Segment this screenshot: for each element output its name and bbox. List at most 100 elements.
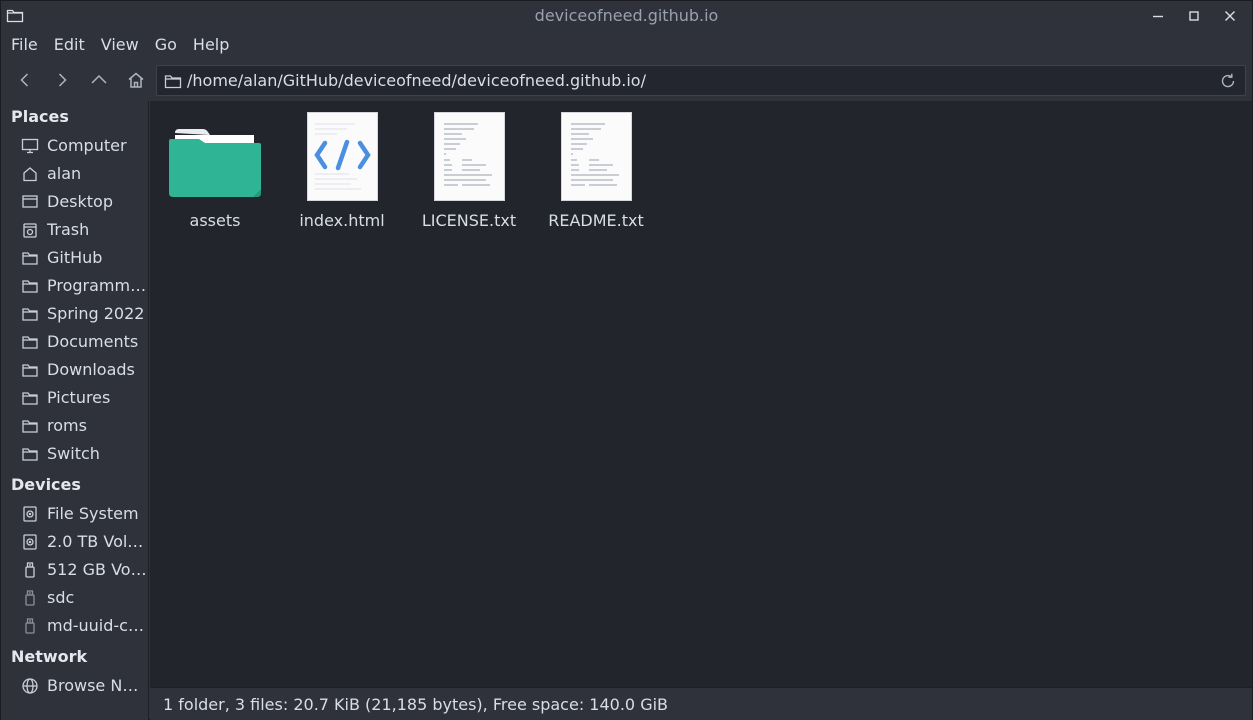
menu-go[interactable]: Go	[147, 31, 185, 59]
chevron-right-icon	[58, 73, 67, 87]
sidebar-item-github[interactable]: GitHub	[1, 244, 148, 272]
reload-icon[interactable]	[1219, 72, 1237, 90]
file-name: assets	[189, 211, 241, 230]
location-path[interactable]: /home/alan/GitHub/deviceofneed/deviceofn…	[187, 71, 646, 90]
menu-bar: File Edit View Go Help	[1, 31, 1252, 59]
usb-drive-icon	[21, 589, 39, 607]
sidebar-item-pictures[interactable]: Pictures	[1, 384, 148, 412]
sidebar-item-label: sdc	[47, 588, 75, 607]
desktop-icon	[21, 193, 39, 211]
computer-icon	[21, 137, 39, 155]
file-item-index-html[interactable]: index.html	[282, 107, 402, 230]
chevron-up-icon	[91, 74, 107, 84]
sidebar-item-label: File System	[47, 504, 139, 523]
sidebar-item-documents[interactable]: Documents	[1, 328, 148, 356]
sidebar-item-computer[interactable]: Computer	[1, 132, 148, 160]
sidebar-item-label: md-uuid-cf…	[47, 616, 147, 635]
text-file-icon	[536, 107, 656, 201]
close-button[interactable]	[1220, 6, 1240, 26]
file-name: LICENSE.txt	[421, 211, 517, 230]
sidebar-item-label: Switch	[47, 444, 100, 463]
file-item-license-txt[interactable]: LICENSE.txt	[409, 107, 529, 230]
close-icon	[1225, 11, 1235, 21]
drive-icon	[21, 505, 39, 523]
chevron-left-icon	[20, 73, 29, 87]
sidebar-item-2tb-volume[interactable]: 2.0 TB Vol…	[1, 528, 148, 556]
folder-icon	[21, 417, 39, 435]
sidebar-item-label: Spring 2022	[47, 304, 145, 323]
file-view[interactable]: assets index.html LICENSE.txt README.txt	[150, 101, 1252, 687]
sidebar-item-label: Desktop	[47, 192, 113, 211]
sidebar-item-sdc[interactable]: sdc	[1, 584, 148, 612]
folder-icon	[21, 277, 39, 295]
maximize-icon	[1189, 11, 1199, 21]
usb-drive-icon	[21, 617, 39, 635]
file-name: README.txt	[548, 211, 644, 230]
sidebar-item-browse-network[interactable]: Browse Ne…	[1, 672, 148, 700]
sidebar-item-downloads[interactable]: Downloads	[1, 356, 148, 384]
file-item-readme-txt[interactable]: README.txt	[536, 107, 656, 230]
parent-folder-button[interactable]	[87, 68, 111, 92]
window-title: deviceofneed.github.io	[534, 6, 719, 25]
usb-drive-icon	[21, 561, 39, 579]
sidebar-item-label: GitHub	[47, 248, 103, 267]
sidebar-item-roms[interactable]: roms	[1, 412, 148, 440]
home-icon	[21, 165, 39, 183]
file-name: index.html	[299, 211, 385, 230]
sidebar-item-label: roms	[47, 416, 87, 435]
location-bar[interactable]: /home/alan/GitHub/deviceofneed/deviceofn…	[156, 65, 1246, 96]
menu-help[interactable]: Help	[185, 31, 237, 59]
sidebar-item-label: Programm…	[47, 276, 147, 295]
sidebar-item-switch[interactable]: Switch	[1, 440, 148, 468]
folder-icon	[21, 305, 39, 323]
section-title-network: Network	[11, 647, 88, 666]
back-button[interactable]	[13, 68, 37, 92]
title-bar[interactable]: deviceofneed.github.io	[1, 1, 1252, 31]
folder-icon	[21, 333, 39, 351]
sidebar-item-trash[interactable]: Trash	[1, 216, 148, 244]
text-file-icon	[409, 107, 529, 201]
sidebar-item-label: Trash	[47, 220, 90, 239]
sidebar-item-md-uuid[interactable]: md-uuid-cf…	[1, 612, 148, 640]
menu-edit[interactable]: Edit	[46, 31, 93, 59]
sidebar-item-label: Documents	[47, 332, 139, 351]
file-item-assets[interactable]: assets	[155, 107, 275, 230]
trash-icon	[21, 221, 39, 239]
section-title-devices: Devices	[11, 475, 81, 494]
html-file-icon	[282, 107, 402, 201]
sidebar-item-label: 512 GB Vo…	[47, 560, 147, 579]
folder-icon	[21, 389, 39, 407]
home-icon	[128, 72, 144, 88]
forward-button[interactable]	[50, 68, 74, 92]
minimize-icon	[1153, 15, 1163, 18]
sidebar-item-file-system[interactable]: File System	[1, 500, 148, 528]
sidebar-item-512gb-volume[interactable]: 512 GB Vo…	[1, 556, 148, 584]
sidebar-item-programming[interactable]: Programm…	[1, 272, 148, 300]
sidebar-item-label: 2.0 TB Vol…	[47, 532, 144, 551]
folder-icon	[21, 361, 39, 379]
sidebar-item-spring-2022[interactable]: Spring 2022	[1, 300, 148, 328]
menu-file[interactable]: File	[3, 31, 46, 59]
home-button[interactable]	[124, 68, 148, 92]
sidebar-item-alan[interactable]: alan	[1, 160, 148, 188]
toolbar: /home/alan/GitHub/deviceofneed/deviceofn…	[1, 59, 1252, 101]
file-manager-window: deviceofneed.github.io File Edit View Go…	[0, 0, 1253, 720]
side-pane: Places Computer alan Desktop Trash GitHu…	[1, 101, 149, 720]
status-bar: 1 folder, 3 files: 20.7 KiB (21,185 byte…	[150, 687, 1252, 720]
section-title-places: Places	[11, 107, 69, 126]
folder-icon	[21, 445, 39, 463]
sidebar-item-label: Pictures	[47, 388, 111, 407]
sidebar-item-label: alan	[47, 164, 82, 183]
menu-view[interactable]: View	[93, 31, 147, 59]
folder-icon	[21, 249, 39, 267]
sidebar-item-desktop[interactable]: Desktop	[1, 188, 148, 216]
drive-icon	[21, 533, 39, 551]
sidebar-item-label: Downloads	[47, 360, 135, 379]
folder-icon	[155, 107, 275, 201]
status-text: 1 folder, 3 files: 20.7 KiB (21,185 byte…	[163, 695, 669, 714]
maximize-button[interactable]	[1184, 6, 1204, 26]
network-icon	[21, 677, 39, 695]
minimize-button[interactable]	[1148, 6, 1168, 26]
sidebar-item-label: Browse Ne…	[47, 676, 147, 695]
sidebar-item-label: Computer	[47, 136, 127, 155]
